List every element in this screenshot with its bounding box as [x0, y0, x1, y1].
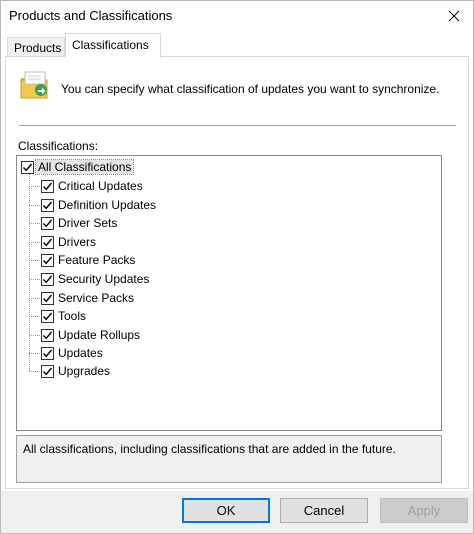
- tree-connector: [29, 242, 40, 243]
- tree-item-label: Critical Updates: [58, 179, 143, 193]
- checkbox-upgrades[interactable]: [41, 364, 54, 378]
- tree-connector: [29, 205, 40, 206]
- tree-item-critical-updates[interactable]: Critical Updates: [41, 177, 145, 195]
- close-button[interactable]: [435, 1, 473, 31]
- folder-sync-icon: [20, 71, 48, 99]
- ok-button[interactable]: OK: [182, 498, 270, 523]
- tree-item-label: Feature Packs: [58, 253, 136, 267]
- tree-item-update-rollups[interactable]: Update Rollups: [41, 326, 142, 344]
- intro-text: You can specify what classification of u…: [61, 82, 440, 96]
- tree-connector: [29, 223, 40, 224]
- checkmark-icon: [42, 201, 53, 209]
- checkbox-update-rollups[interactable]: [41, 328, 54, 342]
- apply-button[interactable]: Apply: [380, 498, 468, 523]
- checkmark-icon: [42, 331, 53, 339]
- checkbox-tools[interactable]: [41, 309, 54, 323]
- tree-item-label: Service Packs: [58, 291, 135, 305]
- checkbox-drivers[interactable]: [41, 235, 54, 249]
- tree-item-label: Upgrades: [58, 364, 111, 378]
- tree-item-label: Definition Updates: [58, 198, 157, 212]
- tree-connector: [29, 279, 40, 280]
- checkbox-security-updates[interactable]: [41, 272, 54, 286]
- tree-item-label: Driver Sets: [58, 216, 118, 230]
- checkbox-feature-packs[interactable]: [41, 253, 54, 267]
- checkmark-icon: [22, 163, 33, 171]
- cancel-button[interactable]: Cancel: [280, 498, 368, 523]
- tree-connector: [29, 316, 40, 317]
- description-box: All classifications, including classific…: [16, 435, 442, 483]
- window-title: Products and Classifications: [9, 8, 173, 23]
- checkbox-service-packs[interactable]: [41, 291, 54, 305]
- checkmark-icon: [42, 312, 53, 320]
- tree-connector: [29, 371, 40, 372]
- tree-item-drivers[interactable]: Drivers: [41, 233, 98, 251]
- tab-strip: Products Classifications: [5, 33, 469, 58]
- divider: [19, 125, 456, 126]
- tree-connector: [29, 173, 30, 371]
- classifications-tree[interactable]: All Classifications Critical Updates Def…: [16, 155, 442, 431]
- tree-connector: [29, 186, 40, 187]
- tree-item-label: Update Rollups: [58, 328, 141, 342]
- checkbox-critical-updates[interactable]: [41, 179, 54, 193]
- checkmark-icon: [42, 238, 53, 246]
- tree-item-definition-updates[interactable]: Definition Updates: [41, 196, 158, 214]
- checkmark-icon: [42, 256, 53, 264]
- close-icon: [448, 10, 460, 22]
- description-text: All classifications, including classific…: [23, 442, 396, 456]
- tree-item-label: Tools: [58, 309, 87, 323]
- classifications-label: Classifications:: [18, 139, 99, 153]
- checkmark-icon: [42, 275, 53, 283]
- tree-connector: [29, 260, 40, 261]
- tree-item-feature-packs[interactable]: Feature Packs: [41, 251, 137, 269]
- checkbox-driver-sets[interactable]: [41, 216, 54, 230]
- tree-connector: [29, 335, 40, 336]
- checkmark-icon: [42, 349, 53, 357]
- dialog-window: Products and Classifications Products Cl…: [0, 0, 474, 534]
- tree-item-service-packs[interactable]: Service Packs: [41, 289, 136, 307]
- tree-item-driver-sets[interactable]: Driver Sets: [41, 214, 119, 232]
- checkbox-definition-updates[interactable]: [41, 198, 54, 212]
- checkmark-icon: [42, 219, 53, 227]
- checkmark-icon: [42, 294, 53, 302]
- tree-item-label: All Classifications: [34, 159, 135, 175]
- tab-products[interactable]: Products: [7, 37, 65, 57]
- tab-panel: You can specify what classification of u…: [5, 56, 469, 489]
- button-bar: OK Cancel Apply: [1, 491, 473, 533]
- tree-item-label: Security Updates: [58, 272, 150, 286]
- tree-item-upgrades[interactable]: Upgrades: [41, 362, 112, 380]
- tree-item-updates[interactable]: Updates: [41, 344, 105, 362]
- checkbox-all-classifications[interactable]: [21, 160, 34, 174]
- checkmark-icon: [42, 367, 53, 375]
- tab-classifications[interactable]: Classifications: [65, 33, 161, 58]
- tree-item-label: Drivers: [58, 235, 96, 249]
- checkbox-updates[interactable]: [41, 346, 54, 360]
- tree-item-all-classifications[interactable]: All Classifications: [21, 158, 135, 176]
- tree-connector: [29, 298, 40, 299]
- tree-connector: [29, 353, 40, 354]
- checkmark-icon: [42, 182, 53, 190]
- tree-item-tools[interactable]: Tools: [41, 307, 88, 325]
- tree-item-label: Updates: [58, 346, 103, 360]
- tree-item-security-updates[interactable]: Security Updates: [41, 270, 151, 288]
- title-bar: Products and Classifications: [1, 1, 473, 31]
